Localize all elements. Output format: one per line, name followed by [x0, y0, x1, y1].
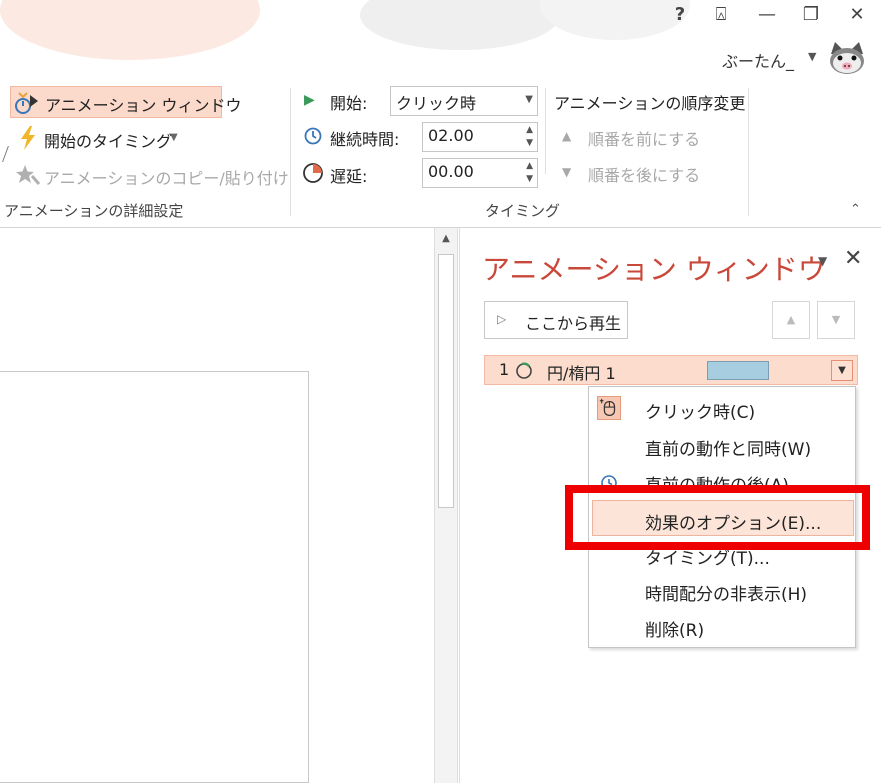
duration-value: 02.00	[428, 126, 474, 145]
move-later-label: 順番を後にする	[588, 166, 701, 185]
background-decoration	[360, 0, 560, 50]
spin-down-icon[interactable]: ▼	[526, 138, 533, 148]
chevron-down-icon[interactable]: ▼	[818, 254, 827, 268]
delay-input[interactable]: 00.00 ▲ ▼	[422, 158, 538, 188]
play-triangle-icon: ▷	[497, 312, 507, 326]
close-button[interactable]: ✕	[845, 4, 869, 25]
chevron-down-icon[interactable]: ▼	[808, 50, 816, 63]
chevron-down-icon[interactable]: ▼	[525, 94, 533, 105]
menu-item-label: 削除(R)	[645, 621, 705, 641]
triangle-up-icon: ▲	[562, 129, 572, 143]
group-separator	[545, 88, 546, 174]
collapse-ribbon-icon[interactable]: ⌃	[850, 202, 861, 217]
chevron-down-icon: ▼	[170, 132, 178, 143]
animation-number: 1	[499, 360, 510, 379]
slide-canvas[interactable]	[0, 371, 309, 783]
lightning-icon	[21, 126, 35, 150]
background-decoration	[0, 0, 260, 60]
ribbon: アニメーション ウィンドウ 開始のタイミング ▼ アニメーションのコピー/貼り付…	[0, 82, 881, 228]
animation-list-item[interactable]: 1 円/楕円 1 ▼	[484, 355, 858, 385]
mouse-icon	[597, 396, 621, 420]
close-icon[interactable]: ✕	[844, 246, 862, 271]
delay-value: 00.00	[428, 162, 474, 181]
menu-item-label: 直前の動作と同時(W)	[645, 440, 812, 460]
spin-up-icon[interactable]: ▲	[526, 161, 533, 171]
slide-editing-area: ▲	[0, 228, 458, 783]
animation-dropdown-button[interactable]: ▼	[831, 360, 853, 381]
menu-item-label: 時間配分の非表示(H)	[645, 585, 808, 605]
move-earlier-label: 順番を前にする	[588, 130, 701, 149]
trigger-label: 開始のタイミング	[44, 132, 173, 151]
group-separator	[290, 88, 291, 216]
duration-label: 継続時間:	[330, 130, 400, 149]
group-label-advanced: アニメーションの詳細設定	[4, 202, 184, 220]
animation-name: 円/楕円 1	[547, 364, 616, 383]
animation-painter-label: アニメーションのコピー/貼り付け	[44, 169, 289, 188]
delay-clock-icon	[303, 163, 323, 183]
scroll-thumb[interactable]	[438, 254, 454, 508]
move-down-button[interactable]: ▼	[817, 301, 855, 339]
triangle-down-icon: ▼	[562, 165, 572, 179]
menu-item-with-previous[interactable]: 直前の動作と同時(W)	[589, 427, 855, 463]
menu-item-remove[interactable]: 削除(R)	[589, 608, 855, 644]
move-up-button[interactable]: ▲	[772, 301, 810, 339]
group-label-timing: タイミング	[485, 202, 561, 220]
menu-item-on-click[interactable]: クリック時(C)	[589, 390, 855, 426]
start-label: 開始:	[330, 94, 368, 113]
play-from-button[interactable]: ▷ ここから再生	[484, 301, 628, 339]
user-name[interactable]: ぶーたん_	[722, 48, 794, 72]
vertical-scrollbar[interactable]: ▲	[434, 228, 458, 783]
animation-pane-button[interactable]: アニメーション ウィンドウ	[10, 86, 241, 118]
start-combo[interactable]: クリック時 ▼	[390, 86, 538, 116]
highlight-box	[565, 485, 870, 550]
timeline-bar[interactable]	[707, 361, 769, 380]
circle-effect-icon	[516, 362, 532, 379]
minimize-button[interactable]: —	[755, 4, 779, 25]
help-button[interactable]: ?	[668, 4, 692, 25]
spin-up-icon[interactable]: ▲	[526, 125, 533, 135]
restore-button[interactable]: ❐	[799, 4, 823, 25]
play-from-label: ここから再生	[525, 314, 622, 333]
play-triangle-icon: ▶	[304, 92, 315, 108]
pane-title: アニメーション ウィンドウ	[482, 253, 826, 286]
avatar[interactable]	[825, 40, 869, 76]
reorder-title: アニメーションの順序変更	[554, 94, 746, 113]
menu-item-label: クリック時(C)	[645, 403, 756, 423]
duration-input[interactable]: 02.00 ▲ ▼	[422, 122, 538, 152]
animation-pane-icon	[15, 92, 38, 114]
start-combo-value: クリック時	[396, 94, 477, 113]
star-brush-icon	[16, 165, 40, 185]
dialog-launcher-fragment	[0, 146, 9, 162]
menu-item-hide-timeline[interactable]: 時間配分の非表示(H)	[589, 572, 855, 608]
spin-down-icon[interactable]: ▼	[526, 174, 533, 184]
clock-icon	[304, 127, 322, 145]
ribbon-display-options-button[interactable]: ⍓	[709, 4, 733, 25]
group-separator	[748, 88, 749, 216]
animation-painter-button[interactable]: アニメーションのコピー/貼り付け	[16, 160, 289, 190]
title-bar: ? ⍓ — ❐ ✕ ぶーたん_ ▼	[0, 0, 881, 82]
scroll-up-icon[interactable]: ▲	[435, 228, 457, 250]
animation-pane-label: アニメーション ウィンドウ	[45, 96, 242, 115]
delay-label: 遅延:	[330, 167, 368, 186]
